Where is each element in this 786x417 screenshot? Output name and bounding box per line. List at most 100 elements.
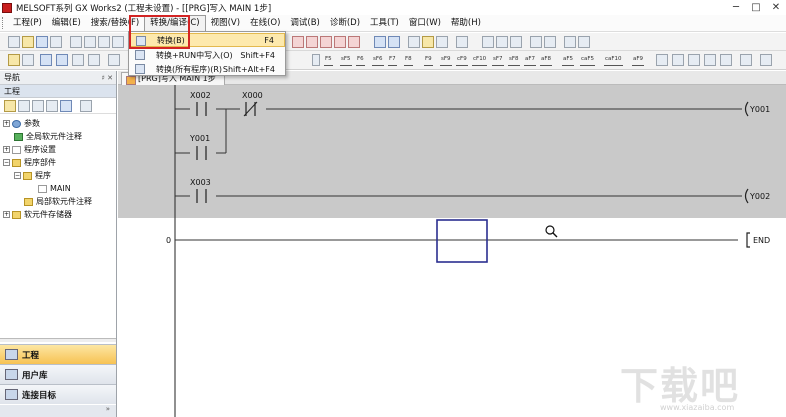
open-item-icon[interactable] bbox=[18, 100, 30, 112]
monitor-stop-icon[interactable] bbox=[388, 36, 400, 48]
tree-item-program[interactable]: − 程序 bbox=[14, 170, 51, 181]
fkey-f9[interactable]: F9 bbox=[424, 55, 433, 66]
tree-item-global-comment[interactable]: 全局软元件注释 bbox=[14, 131, 82, 142]
nav-splitter[interactable] bbox=[0, 338, 116, 342]
remote-run-icon[interactable] bbox=[334, 36, 346, 48]
refresh-icon[interactable] bbox=[60, 100, 72, 112]
maximize-button[interactable]: □ bbox=[746, 2, 766, 13]
delete-item-icon[interactable] bbox=[46, 100, 58, 112]
nav-pin-close[interactable]: ♯ ✕ bbox=[102, 74, 113, 82]
category-connection[interactable]: 连接目标 bbox=[0, 384, 116, 404]
menu-diagnostics[interactable]: 诊断(D) bbox=[325, 16, 365, 31]
collapse-icon[interactable]: − bbox=[14, 172, 21, 179]
ladder-tool-icon-6[interactable] bbox=[740, 54, 752, 66]
fkey-f7[interactable]: F7 bbox=[388, 55, 397, 66]
fkey-f8[interactable]: F8 bbox=[404, 55, 413, 66]
undo-icon[interactable] bbox=[112, 36, 124, 48]
open-folder-icon[interactable] bbox=[22, 36, 34, 48]
fkey-sf9[interactable]: sF9 bbox=[440, 55, 452, 66]
fkey-f5[interactable]: F5 bbox=[324, 55, 333, 66]
paste-icon[interactable] bbox=[98, 36, 110, 48]
ladder-horizontal-icon[interactable] bbox=[578, 36, 590, 48]
fkey-caf10[interactable]: caF10 bbox=[604, 55, 623, 66]
tree-label: 程序设置 bbox=[24, 145, 56, 154]
menu-online[interactable]: 在线(O) bbox=[245, 16, 285, 31]
folder-icon bbox=[24, 197, 33, 206]
ladder-tool-icon-4[interactable] bbox=[704, 54, 716, 66]
ladder-contact-icon[interactable] bbox=[482, 36, 494, 48]
read-plc-icon[interactable] bbox=[292, 36, 304, 48]
cross-ref-icon[interactable] bbox=[72, 54, 84, 66]
verify-plc-icon[interactable] bbox=[320, 36, 332, 48]
menu-tool[interactable]: 工具(T) bbox=[365, 16, 404, 31]
remote-stop-icon[interactable] bbox=[348, 36, 360, 48]
fkey-sf6[interactable]: sF6 bbox=[372, 55, 384, 66]
simulation-icon[interactable] bbox=[456, 36, 468, 48]
menu-convert-run-write[interactable]: 转换+RUN中写入(O) Shift+F4 bbox=[129, 48, 285, 62]
toolbar-dropdown-icon[interactable] bbox=[312, 54, 320, 66]
ladder-tool-icon-3[interactable] bbox=[688, 54, 700, 66]
ladder-coil-icon[interactable] bbox=[496, 36, 508, 48]
fkey-af5[interactable]: aF5 bbox=[562, 55, 575, 66]
new-item-icon[interactable] bbox=[4, 100, 16, 112]
copy-item-icon[interactable] bbox=[32, 100, 44, 112]
fkey-sf5[interactable]: sF5 bbox=[340, 55, 352, 66]
ladder-tool-icon-2[interactable] bbox=[672, 54, 684, 66]
menu-debug[interactable]: 调试(B) bbox=[285, 16, 324, 31]
cut-icon[interactable] bbox=[70, 36, 82, 48]
tree-item-program-parts[interactable]: − 程序部件 bbox=[3, 157, 56, 168]
fkey-f6[interactable]: F6 bbox=[356, 55, 365, 66]
fkey-sf8[interactable]: sF8 bbox=[508, 55, 520, 66]
close-button[interactable]: ✕ bbox=[766, 2, 786, 13]
fkey-cf10[interactable]: cF10 bbox=[472, 55, 488, 66]
expand-icon[interactable]: + bbox=[3, 120, 10, 127]
menu-view[interactable]: 视图(V) bbox=[206, 16, 245, 31]
menu-convert-all[interactable]: 转换(所有程序)(R) Shift+Alt+F4 bbox=[129, 62, 285, 76]
fkey-af8[interactable]: aF8 bbox=[540, 55, 553, 66]
project-view-icon[interactable] bbox=[8, 54, 20, 66]
property-icon[interactable] bbox=[80, 100, 92, 112]
tree-item-local-comment[interactable]: 局部软元件注释 bbox=[24, 196, 92, 207]
watch-icon[interactable] bbox=[408, 36, 420, 48]
ladder-delete-icon[interactable] bbox=[544, 36, 556, 48]
menu-help[interactable]: 帮助(H) bbox=[446, 16, 486, 31]
new-file-icon[interactable] bbox=[8, 36, 20, 48]
tree-item-parameter[interactable]: + 参数 bbox=[3, 118, 40, 129]
fkey-af9[interactable]: aF9 bbox=[632, 55, 645, 66]
buffer-memory-icon[interactable] bbox=[436, 36, 448, 48]
fkey-af7[interactable]: aF7 bbox=[524, 55, 537, 66]
ladder-branch-icon[interactable] bbox=[530, 36, 542, 48]
ladder-vertical-icon[interactable] bbox=[564, 36, 576, 48]
tree-item-main[interactable]: MAIN bbox=[38, 183, 71, 194]
menu-edit[interactable]: 编辑(E) bbox=[47, 16, 86, 31]
tree-item-device-memory[interactable]: + 软元件存储器 bbox=[3, 209, 72, 220]
minimize-button[interactable]: ─ bbox=[726, 2, 746, 13]
ladder-tool-icon-1[interactable] bbox=[656, 54, 668, 66]
ladder-line-icon[interactable] bbox=[510, 36, 522, 48]
monitor-icon[interactable] bbox=[374, 36, 386, 48]
ladder-tool-icon-5[interactable] bbox=[720, 54, 732, 66]
save-icon[interactable] bbox=[36, 36, 48, 48]
tree-item-program-setting[interactable]: + 程序设置 bbox=[3, 144, 56, 155]
category-user-library[interactable]: 用户库 bbox=[0, 364, 116, 384]
nav-overflow-arrow[interactable]: » bbox=[0, 405, 116, 417]
write-plc-icon[interactable] bbox=[306, 36, 318, 48]
expand-icon[interactable]: + bbox=[3, 146, 10, 153]
device-batch-icon[interactable] bbox=[422, 36, 434, 48]
device-comment-icon[interactable] bbox=[56, 54, 68, 66]
device-list-icon[interactable] bbox=[88, 54, 100, 66]
parameter-icon[interactable] bbox=[22, 54, 34, 66]
ladder-tool-icon-7[interactable] bbox=[760, 54, 772, 66]
print-icon[interactable] bbox=[50, 36, 62, 48]
program-icon[interactable] bbox=[40, 54, 52, 66]
menu-project[interactable]: 工程(P) bbox=[8, 16, 47, 31]
window-arrange-icon[interactable] bbox=[108, 54, 120, 66]
fkey-cf9[interactable]: cF9 bbox=[456, 55, 468, 66]
copy-icon[interactable] bbox=[84, 36, 96, 48]
category-project[interactable]: 工程 bbox=[0, 344, 116, 364]
menu-window[interactable]: 窗口(W) bbox=[404, 16, 446, 31]
expand-icon[interactable]: + bbox=[3, 211, 10, 218]
collapse-icon[interactable]: − bbox=[3, 159, 10, 166]
fkey-caf5[interactable]: caF5 bbox=[580, 55, 596, 66]
fkey-sf7[interactable]: sF7 bbox=[492, 55, 504, 66]
